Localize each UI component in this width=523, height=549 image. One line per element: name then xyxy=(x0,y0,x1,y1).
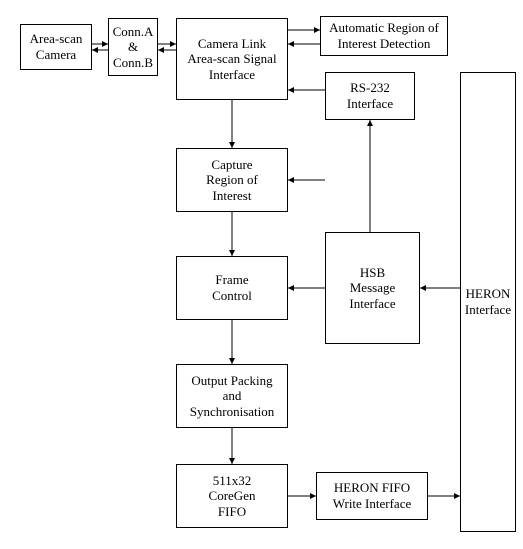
label: RS-232Interface xyxy=(347,80,393,111)
label: Automatic Region ofInterest Detection xyxy=(329,20,439,51)
block-area-scan-camera: Area-scanCamera xyxy=(20,24,92,70)
block-capture-roi: CaptureRegion ofInterest xyxy=(176,148,288,212)
block-coregen-fifo: 511x32CoreGenFIFO xyxy=(176,464,288,528)
block-output-packing: Output PackingandSynchronisation xyxy=(176,364,288,428)
block-conn: Conn.A&Conn.B xyxy=(108,18,158,76)
label: HSBMessageInterface xyxy=(349,265,395,312)
block-frame-control: FrameControl xyxy=(176,256,288,320)
block-camera-link: Camera LinkArea-scan SignalInterface xyxy=(176,18,288,100)
label: 511x32CoreGenFIFO xyxy=(209,473,256,520)
block-heron-fifo-write: HERON FIFOWrite Interface xyxy=(316,472,428,520)
block-heron-interface: HERONInterface xyxy=(460,72,516,532)
block-rs232: RS-232Interface xyxy=(325,72,415,120)
label: Area-scanCamera xyxy=(30,31,83,62)
label: Output PackingandSynchronisation xyxy=(190,373,275,420)
block-auto-roi: Automatic Region ofInterest Detection xyxy=(320,16,448,56)
label: HERONInterface xyxy=(465,286,511,317)
label: Conn.A&Conn.B xyxy=(113,24,154,71)
block-hsb: HSBMessageInterface xyxy=(325,232,420,344)
diagram-stage: Area-scanCamera Conn.A&Conn.B Camera Lin… xyxy=(0,0,523,549)
label: Camera LinkArea-scan SignalInterface xyxy=(187,36,276,83)
label: FrameControl xyxy=(212,272,252,303)
label: HERON FIFOWrite Interface xyxy=(333,480,412,511)
label: CaptureRegion ofInterest xyxy=(206,157,258,204)
